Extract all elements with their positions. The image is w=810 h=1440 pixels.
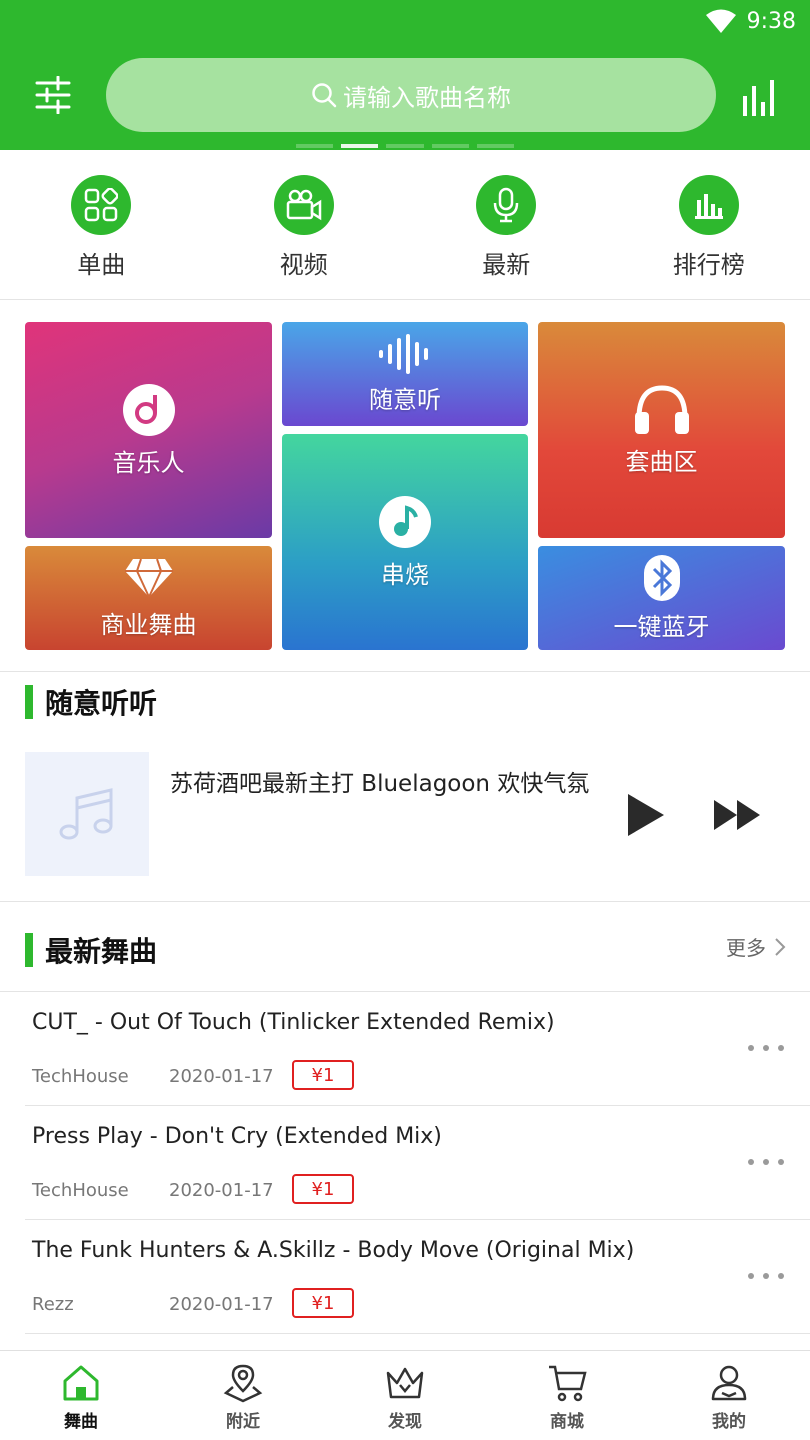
- section-title: 随意听听: [25, 682, 157, 722]
- search-icon: [312, 83, 337, 108]
- track-genre: Rezz: [32, 1294, 74, 1315]
- more-label: 更多: [726, 936, 766, 960]
- grid-icon: [71, 175, 132, 235]
- nav-item-discover[interactable]: 发现: [324, 1351, 486, 1440]
- search-placeholder: 请输入歌曲名称: [343, 83, 511, 112]
- track-title: CUT_ - Out Of Touch (Tinlicker Extended …: [32, 1010, 555, 1035]
- track-list: CUT_ - Out Of Touch (Tinlicker Extended …: [0, 992, 810, 1334]
- category-single[interactable]: 单曲: [0, 150, 203, 299]
- music-disc-icon: [122, 383, 175, 436]
- track-genre: TechHouse: [32, 1066, 129, 1087]
- random-listen-section: 随意听听 苏荷酒吧最新主打 Bluelagoon 欢快气氛: [0, 672, 810, 902]
- nav-item-shop[interactable]: 商城: [486, 1351, 648, 1440]
- track-genre: TechHouse: [32, 1180, 129, 1201]
- section-accent-bar: [25, 933, 33, 967]
- latest-section-header: 最新舞曲 更多: [0, 902, 810, 992]
- fast-forward-icon[interactable]: [712, 798, 762, 832]
- equalizer-icon[interactable]: [740, 78, 778, 118]
- tile-commercial[interactable]: 商业舞曲: [25, 546, 272, 650]
- feature-tiles: 音乐人 随意听 套曲区 商业舞曲 串烧 一键蓝牙: [0, 300, 810, 672]
- category-label: 排行榜: [672, 251, 745, 279]
- section-title-text: 最新舞曲: [45, 935, 158, 968]
- tile-label: 一键蓝牙: [613, 612, 710, 641]
- play-icon[interactable]: [624, 792, 666, 838]
- nav-label: 我的: [712, 1412, 746, 1432]
- nav-item-nearby[interactable]: 附近: [162, 1351, 324, 1440]
- tile-bluetooth[interactable]: 一键蓝牙: [538, 546, 785, 650]
- bar-chart-icon: [678, 175, 739, 235]
- nav-label: 舞曲: [64, 1412, 98, 1432]
- filter-settings-icon[interactable]: [34, 76, 72, 114]
- video-camera-icon: [273, 175, 334, 235]
- tile-label: 商业舞曲: [100, 610, 197, 639]
- music-note-icon: [379, 495, 431, 548]
- status-bar: 9:38: [705, 6, 796, 36]
- price-badge[interactable]: ¥1: [292, 1288, 354, 1318]
- chevron-right-icon: [775, 937, 786, 956]
- random-track-title[interactable]: 苏荷酒吧最新主打 Bluelagoon 欢快气氛: [170, 764, 589, 798]
- status-time: 9:38: [746, 8, 796, 34]
- track-date: 2020-01-17: [169, 1180, 274, 1201]
- nav-label: 商城: [550, 1412, 584, 1432]
- section-accent-bar: [25, 685, 33, 719]
- crown-icon: [386, 1367, 424, 1399]
- category-latest[interactable]: 最新: [405, 150, 608, 299]
- nav-item-me[interactable]: 我的: [648, 1351, 810, 1440]
- track-date: 2020-01-17: [169, 1294, 274, 1315]
- bottom-nav: 舞曲 附近 发现 商城 我的: [0, 1350, 810, 1440]
- waveform-icon: [379, 333, 428, 374]
- app-header: 9:38 请输入歌曲名称: [0, 0, 810, 150]
- wifi-icon: [705, 9, 736, 33]
- category-nav: 单曲 视频 最新 排行榜: [0, 150, 810, 300]
- category-label: 单曲: [77, 251, 126, 279]
- more-options-icon[interactable]: [748, 1042, 784, 1054]
- home-icon: [63, 1365, 99, 1401]
- section-title-text: 随意听听: [45, 687, 158, 720]
- more-link[interactable]: 更多: [726, 932, 786, 961]
- category-label: 视频: [279, 251, 328, 279]
- track-title: The Funk Hunters & A.Skillz - Body Move …: [32, 1238, 635, 1263]
- more-options-icon[interactable]: [748, 1270, 784, 1282]
- diamond-icon: [124, 558, 173, 597]
- tile-musician[interactable]: 音乐人: [25, 322, 272, 538]
- tile-label: 套曲区: [625, 447, 698, 476]
- tile-medley[interactable]: 串烧: [282, 434, 528, 650]
- list-item[interactable]: The Funk Hunters & A.Skillz - Body Move …: [25, 1220, 810, 1334]
- search-input[interactable]: 请输入歌曲名称: [106, 58, 716, 132]
- price-badge[interactable]: ¥1: [292, 1060, 354, 1090]
- list-item[interactable]: Press Play - Don't Cry (Extended Mix) Te…: [25, 1106, 810, 1220]
- track-cover[interactable]: [25, 752, 149, 876]
- nav-label: 附近: [226, 1412, 260, 1432]
- tile-label: 音乐人: [112, 448, 185, 477]
- list-item[interactable]: CUT_ - Out Of Touch (Tinlicker Extended …: [25, 992, 810, 1106]
- category-label: 最新: [482, 251, 531, 279]
- location-map-icon: [223, 1364, 263, 1403]
- microphone-icon: [476, 175, 537, 235]
- category-video[interactable]: 视频: [203, 150, 406, 299]
- section-title: 最新舞曲: [25, 930, 157, 970]
- cart-icon: [549, 1365, 587, 1402]
- tile-suite[interactable]: 套曲区: [538, 322, 785, 538]
- more-options-icon[interactable]: [748, 1156, 784, 1168]
- category-chart[interactable]: 排行榜: [608, 150, 810, 299]
- nav-label: 发现: [388, 1412, 422, 1432]
- track-title: Press Play - Don't Cry (Extended Mix): [32, 1124, 442, 1149]
- headphones-icon: [634, 384, 689, 434]
- track-date: 2020-01-17: [169, 1066, 274, 1087]
- price-badge[interactable]: ¥1: [292, 1174, 354, 1204]
- tile-random-listen[interactable]: 随意听: [282, 322, 528, 426]
- bluetooth-icon: [643, 554, 680, 601]
- music-note-placeholder-icon: [59, 788, 113, 840]
- user-icon: [711, 1365, 747, 1401]
- tile-label: 串烧: [381, 560, 429, 589]
- nav-item-dance[interactable]: 舞曲: [0, 1351, 162, 1440]
- tile-label: 随意听: [369, 385, 441, 414]
